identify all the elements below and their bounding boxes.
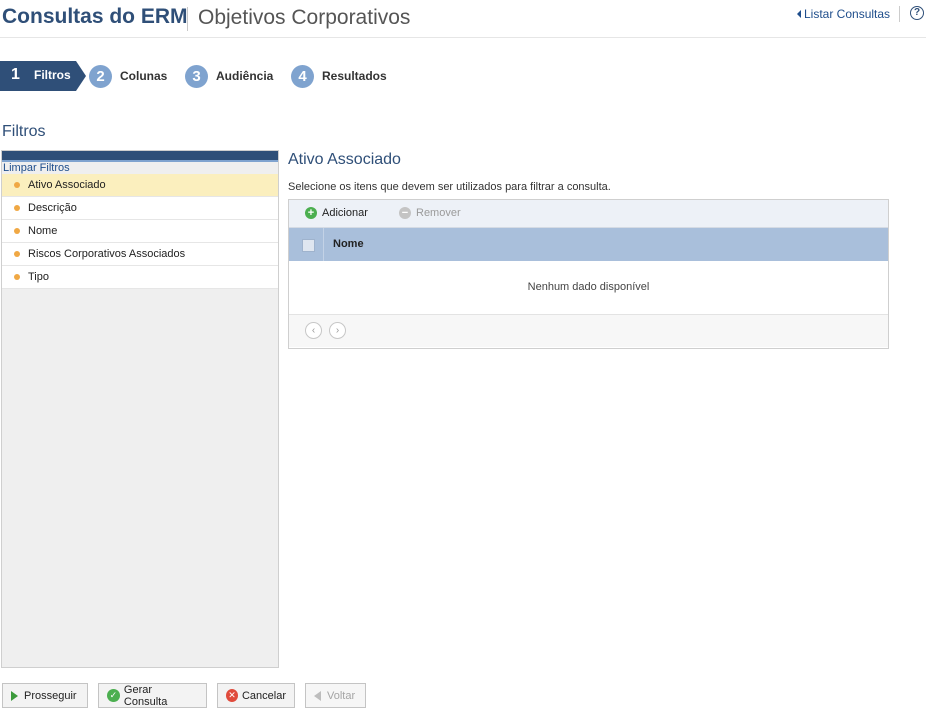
back-label: Voltar	[327, 689, 356, 702]
arrow-right-icon	[11, 690, 18, 701]
remove-button[interactable]: − Remover	[399, 207, 461, 219]
select-all-checkbox[interactable]	[302, 239, 315, 252]
panel-description: Selecione os itens que devem ser utiliza…	[288, 181, 611, 193]
generate-query-button[interactable]: ✓ Gerar Consulta	[98, 683, 207, 708]
remove-label: Remover	[416, 207, 461, 219]
filter-item-riscos-corporativos[interactable]: Riscos Corporativos Associados	[2, 243, 278, 266]
step-label: Filtros	[34, 68, 71, 82]
step-resultados[interactable]: 4 Resultados	[291, 64, 387, 88]
filter-item-tipo[interactable]: Tipo	[2, 266, 278, 289]
step-label: Audiência	[216, 69, 274, 83]
filter-list: Ativo Associado Descrição Nome Riscos Co…	[2, 174, 278, 289]
add-icon: +	[305, 207, 317, 219]
step-number: 3	[185, 64, 208, 88]
add-button[interactable]: + Adicionar	[305, 207, 368, 219]
remove-icon: −	[399, 207, 411, 219]
step-filtros[interactable]: 1 Filtros	[0, 61, 86, 91]
grid-header: Nome	[289, 228, 888, 261]
arrow-left-icon	[314, 690, 321, 701]
step-number: 2	[89, 64, 112, 88]
filter-panel: Limpar Filtros Ativo Associado Descrição…	[1, 150, 279, 668]
filter-item-label: Ativo Associado	[28, 179, 106, 191]
bullet-icon	[14, 228, 20, 234]
help-icon[interactable]: ?	[910, 6, 924, 20]
page-header: Consultas do ERM Objetivos Corporativos …	[0, 0, 926, 38]
add-label: Adicionar	[322, 207, 368, 219]
step-colunas[interactable]: 2 Colunas	[89, 64, 167, 88]
check-icon: ✓	[107, 689, 120, 702]
step-audiencia[interactable]: 3 Audiência	[185, 64, 273, 88]
filter-item-ativo-associado[interactable]: Ativo Associado	[2, 174, 278, 197]
list-queries-label: Listar Consultas	[804, 7, 891, 21]
bullet-icon	[14, 205, 20, 211]
cancel-button[interactable]: ✕ Cancelar	[217, 683, 295, 708]
page-title: Objetivos Corporativos	[198, 6, 411, 29]
cancel-label: Cancelar	[241, 689, 286, 702]
filter-item-descricao[interactable]: Descrição	[2, 197, 278, 220]
cancel-icon: ✕	[226, 689, 238, 702]
back-arrow-icon	[797, 10, 801, 18]
previous-page-icon[interactable]: ‹	[305, 322, 322, 339]
grid-toolbar: + Adicionar − Remover	[289, 200, 888, 228]
column-header-nome[interactable]: Nome	[333, 238, 364, 250]
next-page-icon[interactable]: ›	[329, 322, 346, 339]
header-divider	[323, 228, 324, 261]
filter-panel-bar	[2, 151, 278, 162]
bullet-icon	[14, 274, 20, 280]
filter-item-label: Riscos Corporativos Associados	[28, 248, 186, 260]
grid-empty-message: Nenhum dado disponível	[289, 261, 888, 315]
filter-item-nome[interactable]: Nome	[2, 220, 278, 243]
list-queries-link[interactable]: Listar Consultas	[797, 7, 890, 21]
filter-item-label: Descrição	[28, 202, 77, 214]
panel-title: Ativo Associado	[288, 151, 401, 168]
proceed-button[interactable]: Prosseguir	[2, 683, 88, 708]
step-number: 1	[11, 66, 20, 83]
back-button[interactable]: Voltar	[305, 683, 366, 708]
clear-filters-link[interactable]: Limpar Filtros	[3, 163, 278, 174]
grid-pager: ‹ ›	[289, 315, 888, 347]
wizard-steps: 1 Filtros 2 Colunas 3 Audiência 4 Result…	[0, 61, 600, 91]
proceed-label: Prosseguir	[24, 689, 77, 702]
step-number: 4	[291, 64, 314, 88]
app-title: Consultas do ERM	[2, 5, 188, 28]
generate-label: Gerar Consulta	[123, 683, 168, 708]
header-divider	[899, 6, 900, 22]
title-divider	[187, 7, 188, 31]
step-label: Colunas	[120, 69, 168, 83]
items-grid: + Adicionar − Remover Nome Nenhum dado d…	[288, 199, 889, 349]
filter-item-label: Tipo	[28, 271, 49, 283]
bullet-icon	[14, 251, 20, 257]
step-label: Resultados	[322, 69, 387, 83]
section-title: Filtros	[2, 123, 46, 140]
filter-item-label: Nome	[28, 225, 58, 237]
bullet-icon	[14, 182, 20, 188]
